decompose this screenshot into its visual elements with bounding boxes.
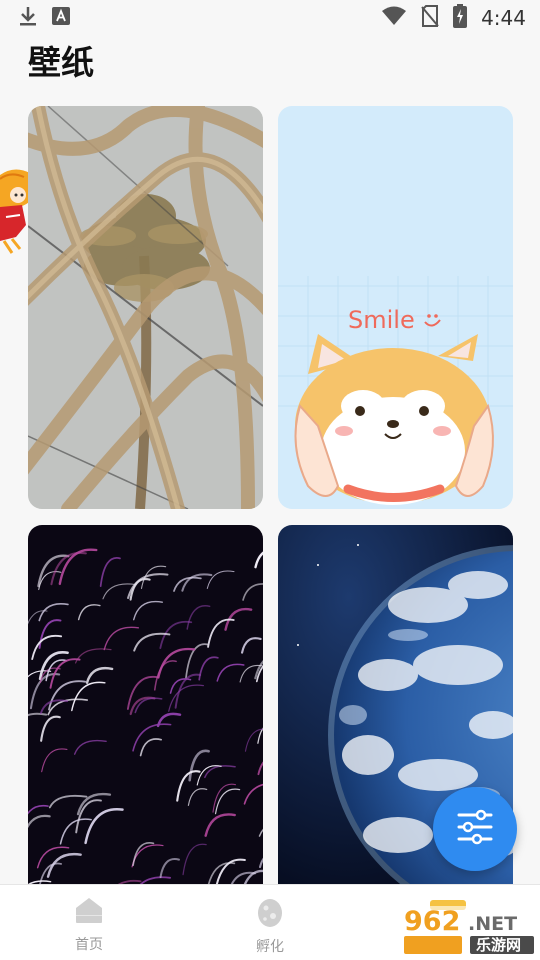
smile-caption: Smile	[348, 306, 415, 334]
nav-item-home[interactable]: 首页	[44, 895, 134, 954]
font-a-icon	[52, 6, 70, 30]
wallpaper-card-shiba-smile[interactable]: Smile	[278, 106, 513, 509]
wallpaper-card-palm-tree[interactable]	[28, 106, 263, 509]
egg-icon	[257, 895, 283, 932]
wifi-icon	[381, 6, 407, 31]
nav-label-home: 首页	[75, 937, 103, 953]
watermark-main: 962	[404, 906, 460, 937]
watermark-suffix: .NET	[468, 913, 517, 935]
clock: 4:44	[481, 6, 526, 30]
nav-item-hatch[interactable]: 孵化	[225, 895, 315, 956]
nav-label-hatch: 孵化	[256, 939, 284, 955]
watermark-sub: 乐游网	[476, 936, 521, 954]
battery-charging-icon	[453, 3, 468, 33]
filter-fab-button[interactable]	[433, 787, 517, 871]
no-sim-icon	[421, 4, 439, 32]
site-watermark-logo: 962 .NET 乐游网	[400, 898, 538, 956]
home-icon	[74, 895, 104, 930]
wallpaper-card-light-streaks[interactable]	[28, 525, 263, 885]
page-title: 壁纸	[28, 43, 94, 82]
filter-sliders-icon	[455, 809, 495, 850]
status-bar: 4:44	[0, 0, 540, 36]
download-icon	[18, 5, 38, 32]
